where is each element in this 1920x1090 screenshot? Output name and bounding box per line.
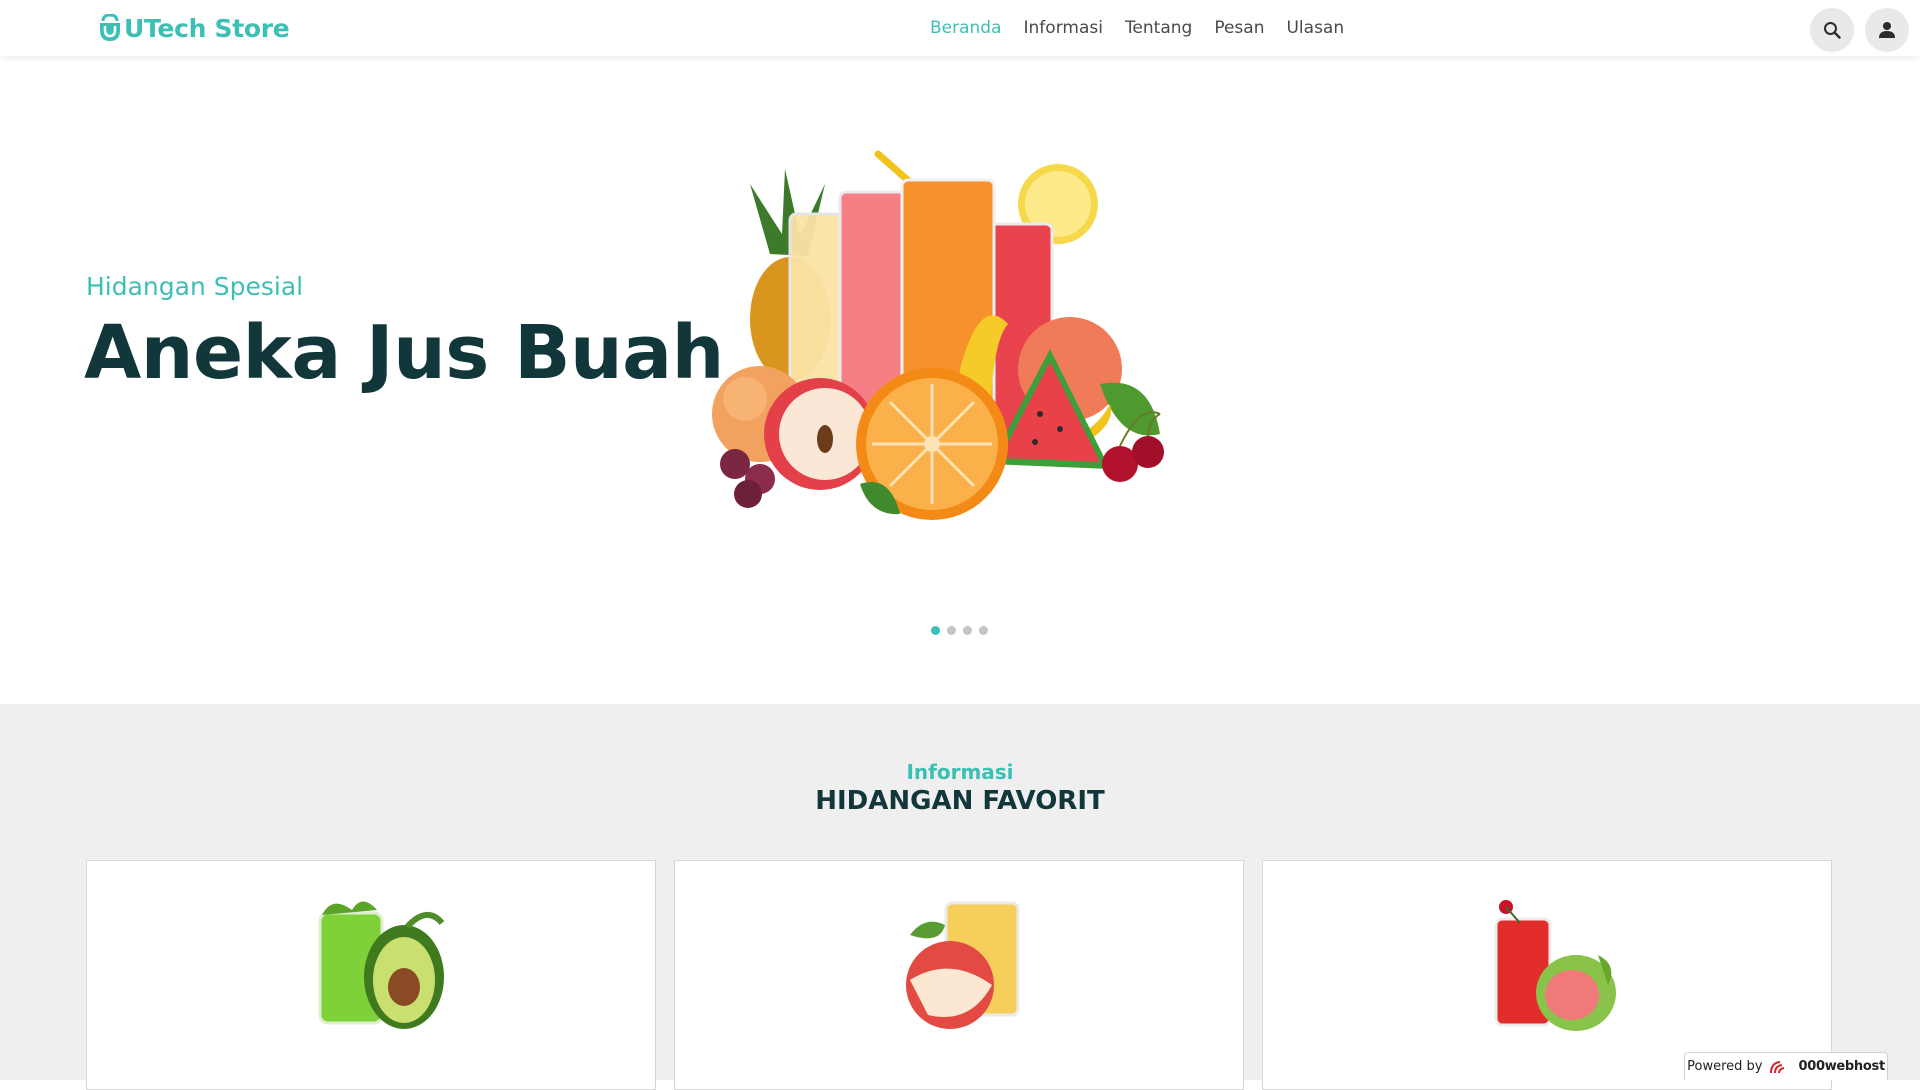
navbar: UTech Store Beranda Informasi Tentang Pe… [0, 0, 1920, 56]
carousel-indicators [931, 626, 988, 635]
fruit-juice-illustration [712, 150, 1164, 520]
section-heading: HIDANGAN FAVORIT [815, 786, 1105, 816]
hero-title: Aneka Jus Buah [84, 310, 724, 396]
carousel-dot-1[interactable] [931, 626, 940, 635]
nav-item-pesan[interactable]: Pesan [1214, 18, 1264, 38]
menu-card[interactable] [674, 860, 1244, 1090]
nav-item-beranda[interactable]: Beranda [930, 18, 1002, 38]
favorites-section: Informasi HIDANGAN FAVORIT [0, 704, 1920, 1090]
nav-item-ulasan[interactable]: Ulasan [1286, 18, 1344, 38]
nav-item-tentang[interactable]: Tentang [1125, 18, 1192, 38]
powered-by-badge[interactable]: Powered by 000webhost [1684, 1052, 1888, 1080]
main-nav: Beranda Informasi Tentang Pesan Ulasan [930, 0, 1344, 56]
webhost-logo-icon [1770, 1060, 1785, 1073]
search-button[interactable] [1810, 8, 1854, 52]
carousel-dot-2[interactable] [947, 626, 956, 635]
search-icon [1824, 22, 1841, 39]
avocado-juice-image [318, 901, 445, 1029]
user-button[interactable] [1865, 8, 1909, 52]
carousel-dot-4[interactable] [979, 626, 988, 635]
section-label: Informasi [906, 760, 1014, 784]
apple-juice-image [906, 901, 1020, 1029]
brand-logo[interactable]: UTech Store [98, 9, 290, 47]
user-icon [1879, 22, 1895, 38]
carousel-dot-3[interactable] [963, 626, 972, 635]
brand-name: UTech Store [124, 13, 290, 43]
guava-juice-image [1494, 900, 1616, 1031]
webhost-name: 000webhost [1798, 1059, 1885, 1074]
shopping-bag-icon [100, 14, 120, 41]
powered-by-text: Powered by [1687, 1059, 1763, 1074]
nav-item-informasi[interactable]: Informasi [1024, 18, 1103, 38]
menu-card[interactable] [86, 860, 656, 1090]
hero-subtitle: Hidangan Spesial [86, 272, 304, 301]
hero-carousel: Hidangan Spesial Aneka Jus Buah [0, 56, 1920, 704]
